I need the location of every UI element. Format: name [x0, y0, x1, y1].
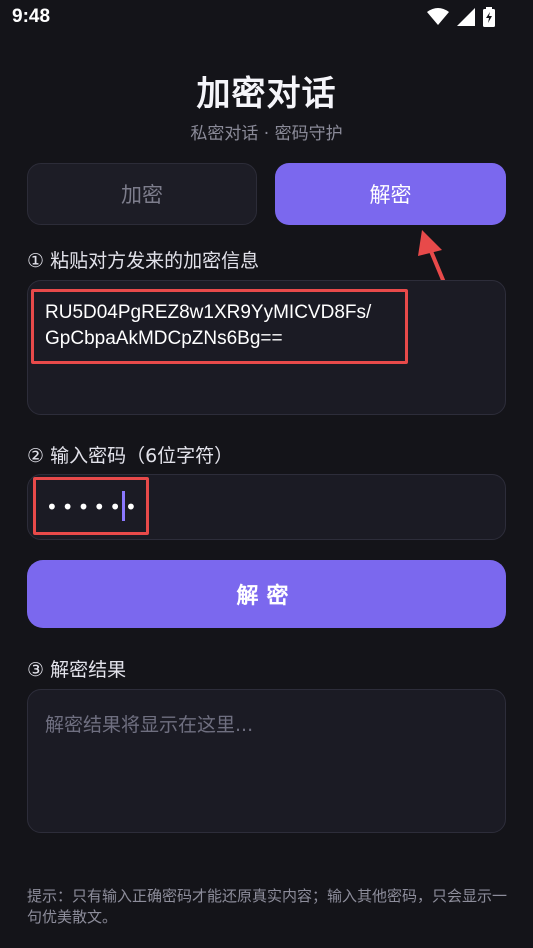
status-bar: 9:48 [0, 0, 533, 36]
page-title: 加密对话 [196, 74, 337, 114]
tab-encrypt[interactable]: 加密 [27, 163, 257, 225]
status-icons [427, 7, 495, 27]
step2-label: ② 输入密码（6位字符） [27, 445, 234, 467]
page-subtitle: 私密对话 · 密码守护 [190, 124, 343, 144]
status-time: 9:48 [12, 6, 51, 27]
annotation-highlight-cipher [31, 289, 408, 364]
result-placeholder: 解密结果将显示在这里... [45, 714, 254, 736]
hint-text: 提示：只有输入正确密码才能还原真实内容；输入其他密码，只会显示一句优美散文。 [27, 887, 508, 926]
wifi-icon [427, 8, 449, 25]
battery-charging-icon [483, 7, 495, 27]
tab-decrypt[interactable]: 解密 [275, 163, 506, 225]
annotation-highlight-password [33, 477, 149, 535]
step3-label: ③ 解密结果 [27, 659, 127, 681]
step1-label: ① 粘贴对方发来的加密信息 [27, 250, 260, 272]
decrypt-button[interactable]: 解密 [27, 560, 506, 628]
signal-icon [457, 8, 475, 26]
